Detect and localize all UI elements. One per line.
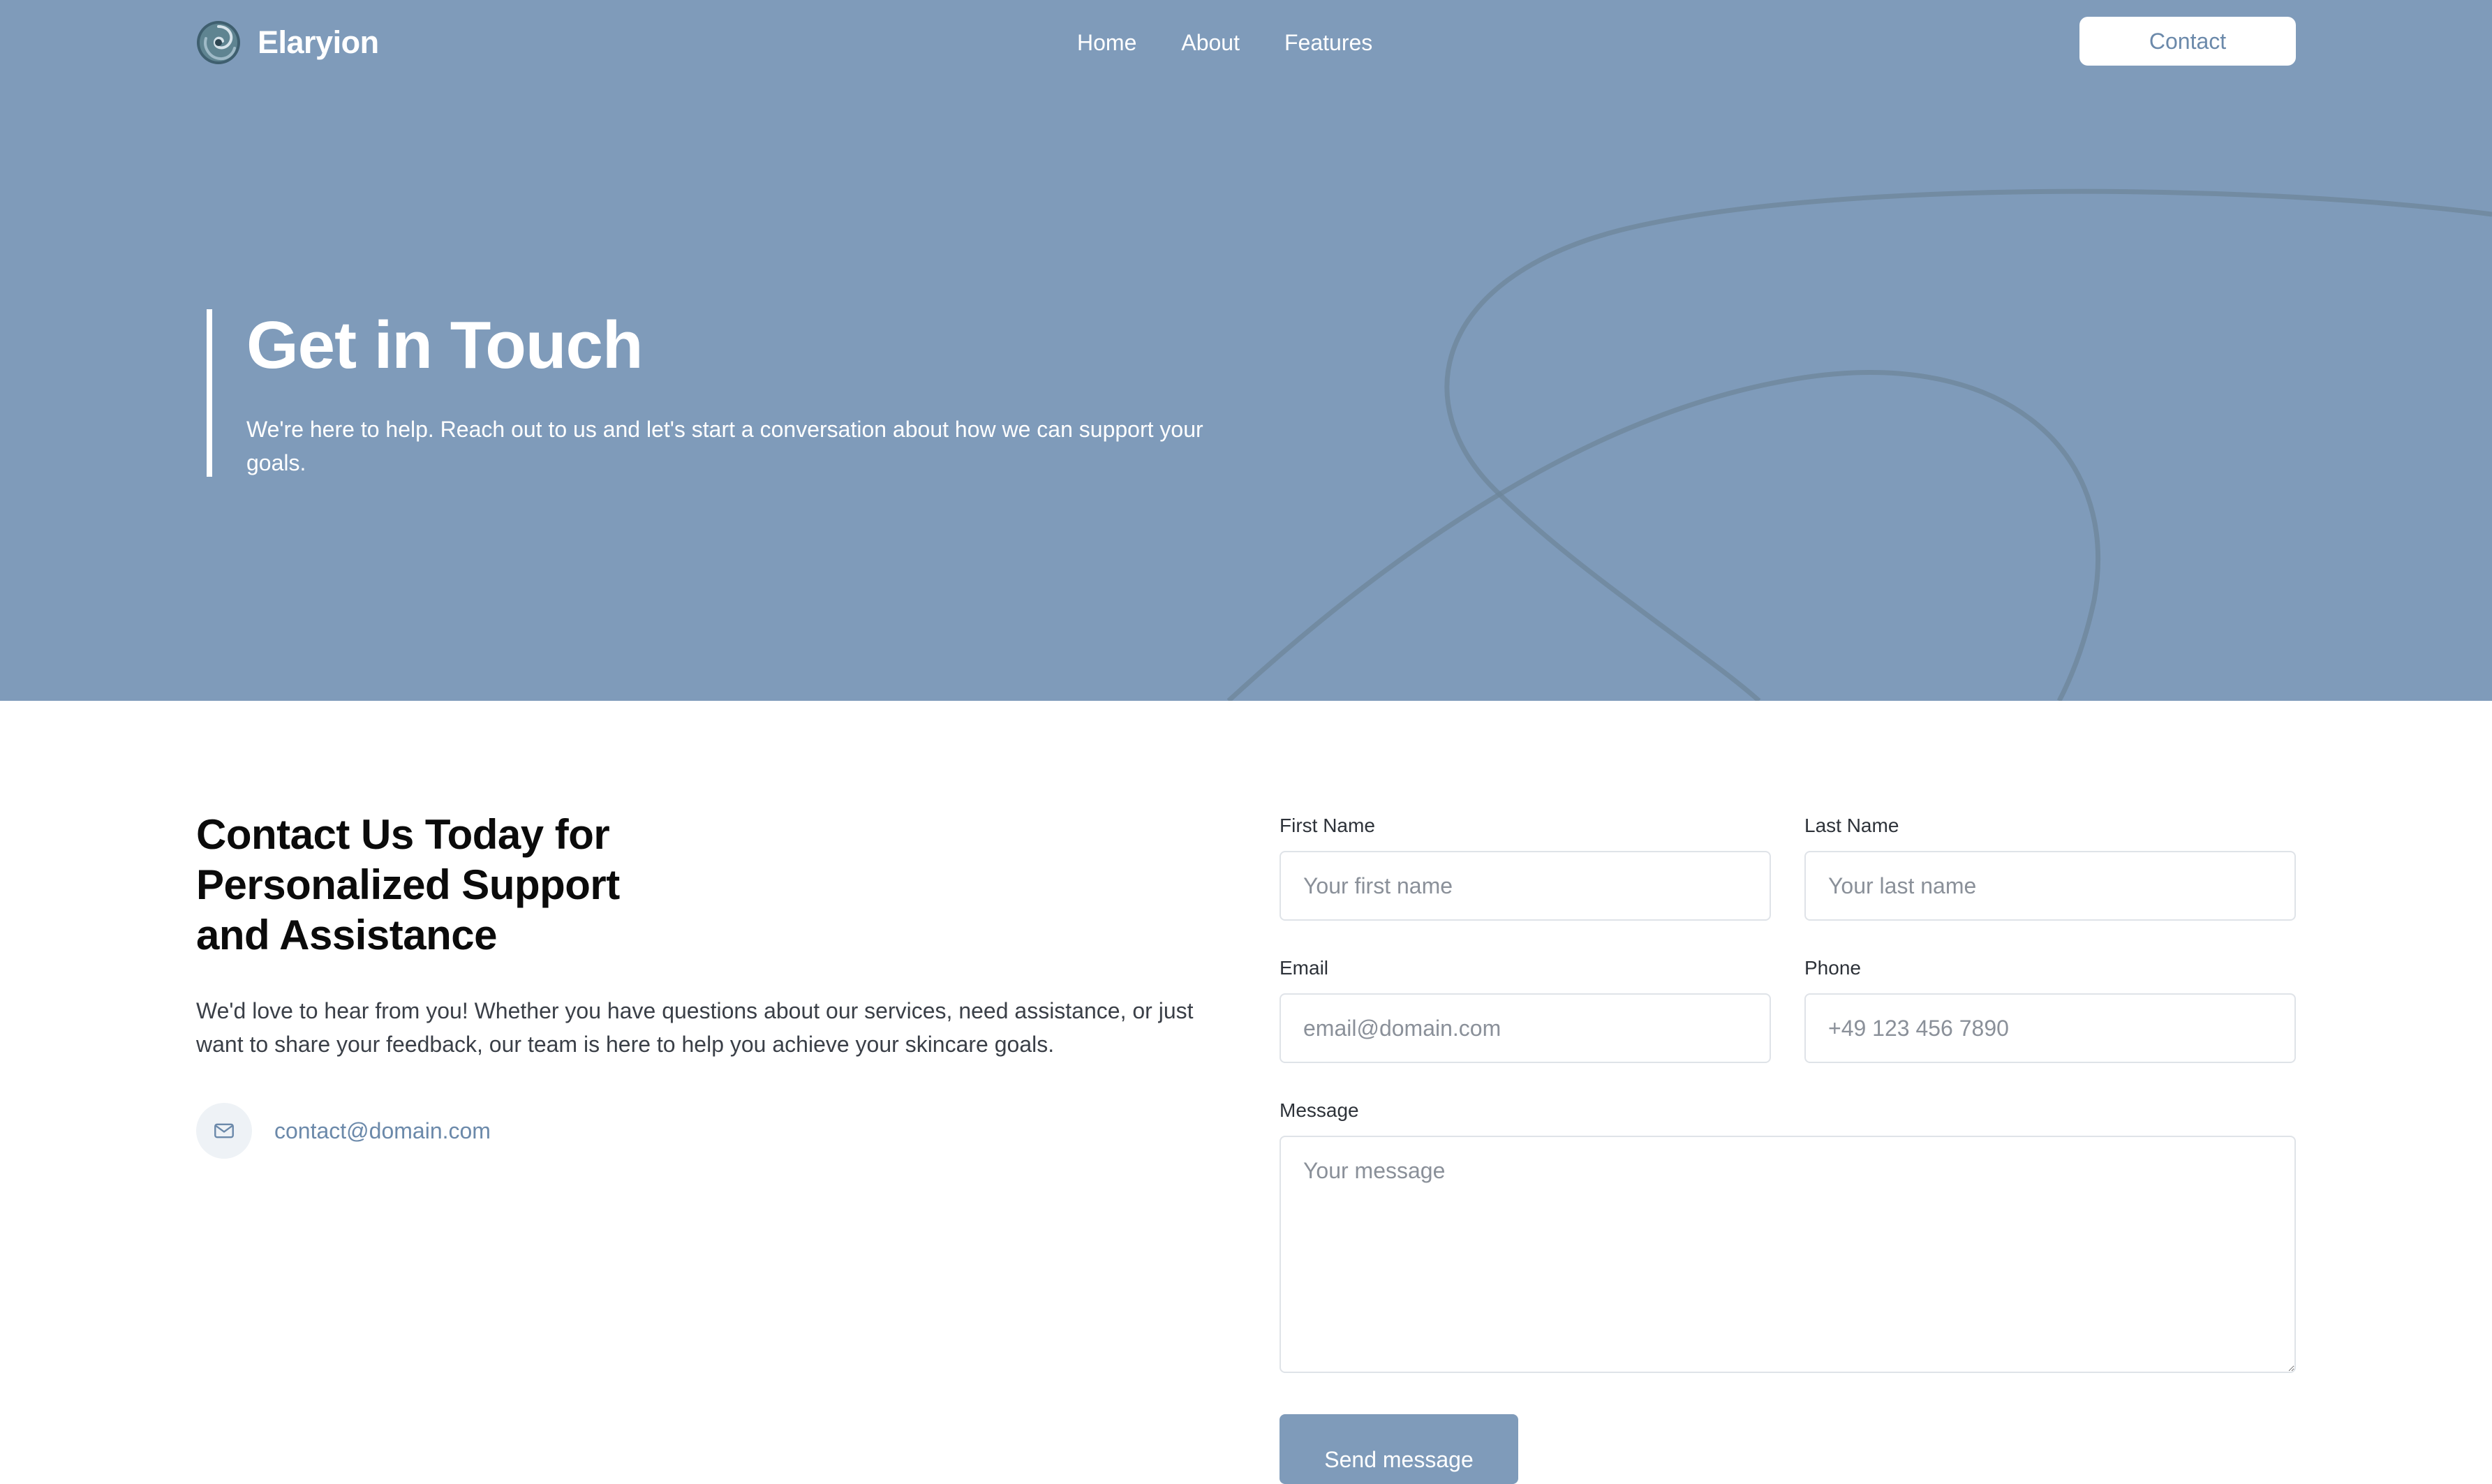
last-name-label: Last Name	[1804, 815, 1899, 836]
email-field[interactable]	[1280, 993, 1771, 1063]
first-name-label: First Name	[1280, 815, 1375, 836]
contact-email-row: contact@domain.com	[196, 1103, 1229, 1159]
brand[interactable]: Elaryion	[196, 17, 379, 68]
first-name-input[interactable]	[1280, 851, 1771, 921]
contact-heading: Contact Us Today for Personalized Suppor…	[196, 811, 620, 958]
nav-links: Home About Features	[1077, 17, 1372, 68]
phone-label: Phone	[1804, 957, 1861, 979]
page-title: Get in Touch	[246, 308, 644, 383]
hero-subtitle: We're here to help. Reach out to us and …	[246, 417, 1203, 475]
swirl-logo-icon	[197, 21, 240, 64]
contact-info-section: Contact Us Today for Personalized Suppor…	[196, 810, 1229, 1159]
nav-link-home[interactable]: Home	[1077, 30, 1136, 56]
last-name-input[interactable]	[1804, 851, 2296, 921]
contact-email-link[interactable]: contact@domain.com	[274, 1118, 491, 1144]
email-label: Email	[1280, 957, 1329, 979]
nav-link-features[interactable]: Features	[1284, 30, 1372, 56]
phone-field[interactable]	[1804, 993, 2296, 1063]
contact-button[interactable]: Contact	[2079, 17, 2296, 66]
send-message-button[interactable]: Send message	[1280, 1414, 1518, 1484]
message-textarea[interactable]	[1280, 1136, 2296, 1373]
top-navigation: Elaryion Home About Features Contact	[196, 17, 2296, 68]
message-label: Message	[1280, 1099, 1359, 1121]
brand-name: Elaryion	[258, 24, 379, 60]
nav-link-about[interactable]: About	[1181, 30, 1240, 56]
mail-icon	[196, 1103, 252, 1159]
hero-text-block: Get in Touch We're here to help. Reach o…	[207, 309, 1268, 477]
contact-description: We'd love to hear from you! Whether you …	[196, 998, 1194, 1057]
hero-section: Elaryion Home About Features Contact Get…	[0, 0, 2492, 701]
